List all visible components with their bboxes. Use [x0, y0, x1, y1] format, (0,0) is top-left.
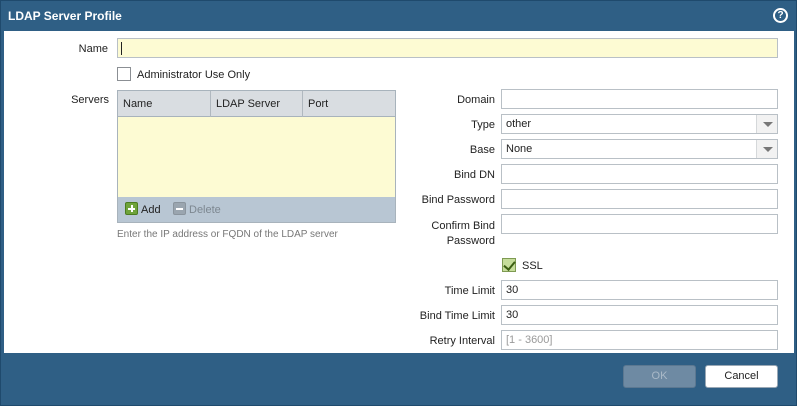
servers-hint: Enter the IP address or FQDN of the LDAP… — [117, 229, 338, 240]
servers-grid-header: Name LDAP Server Port — [118, 91, 395, 117]
servers-grid: Name LDAP Server Port Add Delete — [117, 90, 396, 223]
add-label: Add — [141, 204, 161, 216]
retry-interval-label: Retry Interval — [429, 335, 495, 347]
confirm-bind-label-line1: Confirm Bind — [431, 220, 495, 232]
bind-dn-label: Bind DN — [454, 169, 495, 181]
dialog-footer: OK Cancel — [1, 353, 796, 405]
text-cursor — [121, 42, 122, 55]
bind-password-label: Bind Password — [421, 194, 495, 206]
column-header-port[interactable]: Port — [303, 91, 395, 117]
cancel-button[interactable]: Cancel — [705, 365, 778, 388]
bind-time-limit-label: Bind Time Limit — [419, 310, 495, 322]
time-limit-label: Time Limit — [444, 285, 495, 297]
admin-use-only-checkbox[interactable] — [117, 67, 131, 81]
servers-grid-toolbar: Add Delete — [118, 197, 395, 222]
column-header-name[interactable]: Name — [118, 91, 211, 117]
delete-icon — [173, 202, 186, 215]
ssl-label: SSL — [522, 260, 543, 272]
type-dropdown-arrow-icon[interactable] — [756, 115, 777, 133]
confirm-bind-label-line2: Password — [446, 235, 495, 247]
column-header-ldap-server[interactable]: LDAP Server — [211, 91, 303, 117]
delete-server-button[interactable]: Delete — [173, 202, 221, 218]
ldap-server-profile-dialog: LDAP Server Profile ? Name Administrator… — [0, 0, 797, 406]
dialog-title: LDAP Server Profile — [8, 9, 122, 23]
type-select[interactable]: other — [501, 114, 778, 134]
base-dropdown-arrow-icon[interactable] — [756, 140, 777, 158]
name-label: Name — [78, 43, 108, 55]
name-input[interactable] — [117, 38, 778, 58]
base-select[interactable]: None — [501, 139, 778, 159]
type-selected-value: other — [506, 118, 532, 130]
add-server-button[interactable]: Add — [125, 202, 161, 218]
admin-use-only-label: Administrator Use Only — [137, 69, 251, 81]
servers-label: Servers — [71, 94, 109, 106]
domain-input[interactable] — [501, 89, 778, 109]
ok-button[interactable]: OK — [623, 365, 696, 388]
help-icon[interactable]: ? — [773, 8, 788, 23]
bind-dn-input[interactable] — [501, 164, 778, 184]
ssl-checkbox[interactable] — [502, 258, 516, 272]
confirm-bind-password-label: Confirm Bind Password — [404, 219, 495, 249]
bind-time-limit-input[interactable]: 30 — [501, 305, 778, 325]
dialog-title-bar[interactable]: LDAP Server Profile ? — [1, 1, 796, 31]
delete-label: Delete — [189, 204, 221, 216]
base-label: Base — [469, 144, 495, 156]
time-limit-input[interactable]: 30 — [501, 280, 778, 300]
domain-label: Domain — [457, 94, 495, 106]
dialog-content: Name Administrator Use Only Servers Name… — [4, 31, 794, 353]
bind-password-input[interactable] — [501, 189, 778, 209]
add-icon — [125, 202, 138, 215]
retry-interval-input[interactable]: [1 - 3600] — [501, 330, 778, 350]
type-label: Type — [471, 119, 495, 131]
base-selected-value: None — [506, 143, 533, 155]
confirm-bind-password-input[interactable] — [501, 214, 778, 234]
